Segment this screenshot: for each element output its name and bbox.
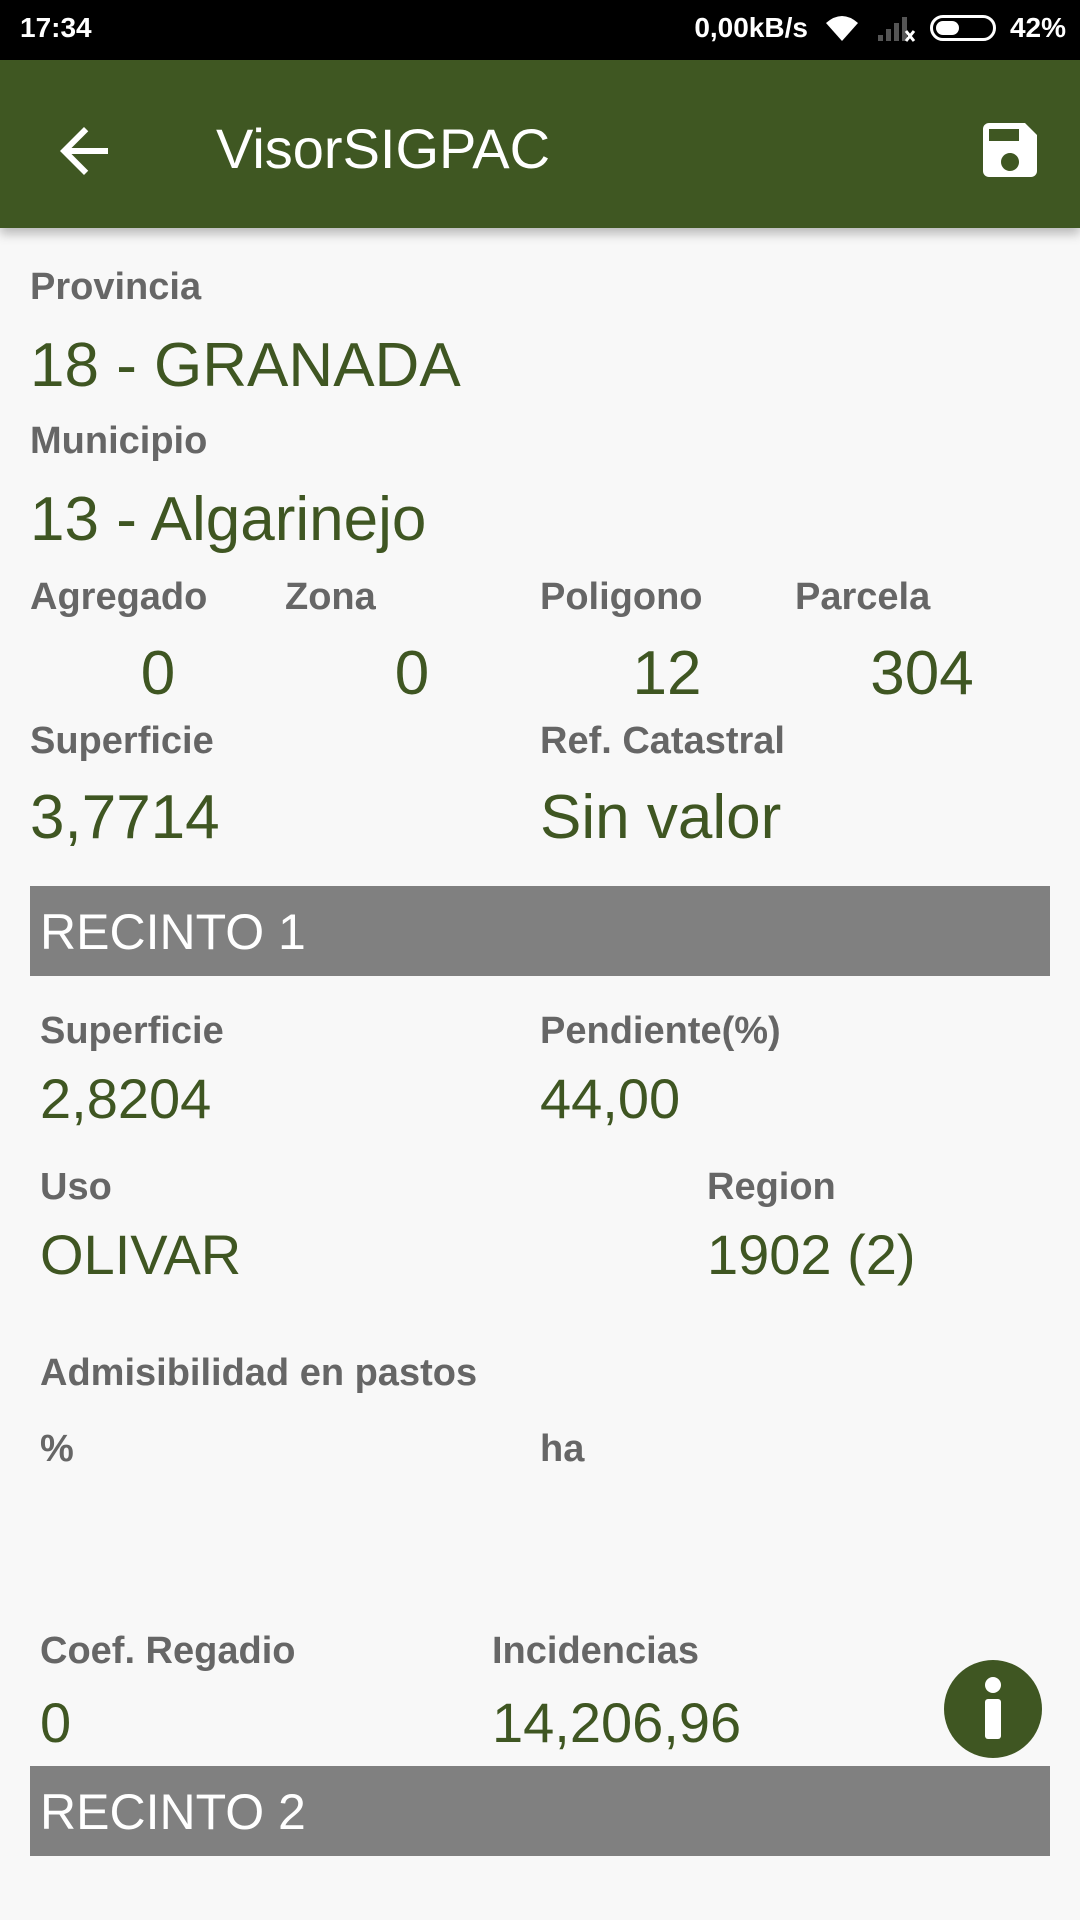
municipio-label: Municipio — [30, 420, 208, 462]
uso-value: OLIVAR — [40, 1223, 242, 1286]
ref-catastral-label: Ref. Catastral — [540, 720, 785, 762]
admisibilidad-label: Admisibilidad en pastos — [40, 1352, 478, 1394]
status-right: 0,00kB/s 42% — [694, 12, 1066, 44]
wifi-icon — [825, 16, 858, 41]
uso-label: Uso — [40, 1166, 112, 1208]
region-label: Region — [707, 1166, 836, 1208]
network-speed: 0,00kB/s — [694, 12, 808, 43]
zona-value: 0 — [394, 639, 430, 708]
save-icon — [983, 123, 1037, 177]
coef-regadio-value: 0 — [40, 1691, 72, 1754]
superficie-value: 3,7714 — [30, 783, 220, 852]
provincia-label: Provincia — [30, 266, 202, 308]
app-bar: VisorSIGPAC — [0, 60, 1080, 228]
status-bar: 17:34 0,00kB/s 42% — [0, 0, 1080, 60]
incidencias-label: Incidencias — [492, 1630, 699, 1672]
admisibilidad-ha-label: ha — [540, 1428, 585, 1470]
recinto-1-header[interactable]: RECINTO 1 — [30, 886, 1050, 976]
coef-regadio-label: Coef. Regadio — [40, 1630, 296, 1672]
parcela-value: 304 — [870, 639, 974, 708]
pendiente-label: Pendiente(%) — [540, 1010, 781, 1052]
incidencias-value: 14,206,96 — [492, 1691, 742, 1754]
arrow-back-icon — [60, 127, 108, 175]
info-icon — [985, 1677, 1001, 1739]
provincia-value: 18 - GRANADA — [30, 331, 461, 400]
app-title: VisorSIGPAC — [216, 117, 551, 180]
ref-catastral-value: Sin valor — [540, 783, 782, 852]
recinto-superficie-value: 2,8204 — [40, 1067, 212, 1130]
zona-label: Zona — [285, 576, 376, 618]
agregado-label: Agregado — [30, 576, 208, 618]
back-button[interactable] — [48, 115, 120, 187]
agregado-value: 0 — [140, 639, 176, 708]
parcela-label: Parcela — [795, 576, 931, 618]
municipio-value: 13 - Algarinejo — [30, 485, 427, 554]
signal-icon — [877, 17, 916, 42]
pendiente-value: 44,00 — [540, 1067, 681, 1130]
status-time: 17:34 — [20, 12, 92, 43]
recinto-2-header[interactable]: RECINTO 2 — [30, 1766, 1050, 1856]
save-button[interactable] — [974, 114, 1046, 186]
recinto-superficie-label: Superficie — [40, 1010, 224, 1052]
region-value: 1902 (2) — [707, 1223, 916, 1286]
superficie-label: Superficie — [30, 720, 214, 762]
battery-percent: 42% — [1009, 12, 1066, 43]
admisibilidad-percent-label: % — [40, 1428, 74, 1470]
poligono-value: 12 — [632, 639, 702, 708]
poligono-label: Poligono — [540, 576, 703, 618]
info-button[interactable] — [944, 1660, 1042, 1758]
battery-icon — [929, 15, 996, 41]
